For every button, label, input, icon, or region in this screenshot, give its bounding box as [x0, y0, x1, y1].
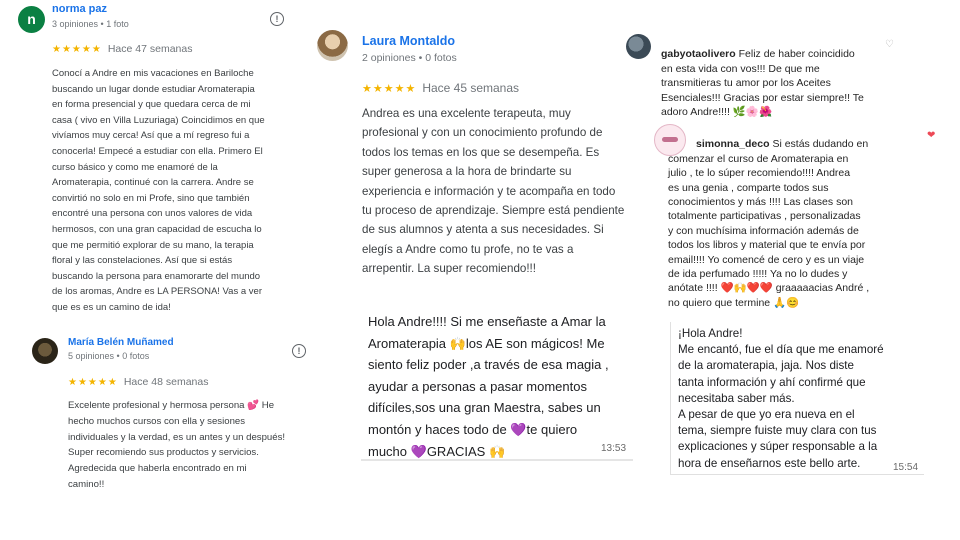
comment-username[interactable]: gabyotaolivero — [661, 48, 736, 60]
avatar[interactable]: n — [18, 6, 45, 33]
review-time: Hace 48 semanas — [123, 376, 209, 388]
flag-icon[interactable]: ! — [292, 344, 306, 358]
chat-text: Hola Andre!!!! Si me enseñaste a Amar la… — [368, 314, 609, 459]
star-rating: ★★★★★ — [52, 44, 102, 55]
comment-body: Si estás dudando en comenzar el curso de… — [668, 138, 870, 309]
avatar[interactable] — [32, 338, 58, 364]
star-rating: ★★★★★ — [68, 377, 118, 388]
reviewer-name[interactable]: norma paz — [52, 3, 107, 15]
review-time: Hace 47 semanas — [107, 43, 193, 55]
review-time: Hace 45 semanas — [422, 81, 520, 95]
review-text: Excelente profesional y hermosa persona … — [68, 400, 286, 490]
reviewer-name[interactable]: María Belén Muñamed — [68, 337, 174, 346]
avatar-initial: n — [27, 11, 36, 27]
rating-row: ★★★★★ Hace 45 semanas — [362, 81, 519, 95]
chat-message-2: ¡Hola Andre! Me encantó, fue el día que … — [670, 322, 924, 475]
comment-lines: simonna_deco Si estás dudando en comenza… — [668, 123, 943, 310]
reviewer-meta: 3 opiniones • 1 foto — [52, 19, 129, 29]
reviewer-meta: 2 opiniones • 0 fotos — [362, 52, 457, 64]
flag-icon[interactable]: ! — [270, 12, 284, 26]
reviewer-meta: 5 opiniones • 0 fotos — [68, 351, 150, 361]
instagram-comment-simonna: simonna_deco Si estás dudando en comenza… — [643, 118, 943, 309]
reviewer-name[interactable]: Laura Montaldo — [362, 34, 455, 48]
comment-username[interactable]: simonna_deco — [696, 138, 770, 150]
heart-icon[interactable]: ❤ — [927, 130, 935, 141]
review-text: Conocí a Andre en mis vacaciones en Bari… — [52, 68, 265, 313]
avatar[interactable] — [626, 34, 651, 59]
star-rating: ★★★★★ — [362, 83, 417, 95]
chat-text: ¡Hola Andre! Me encantó, fue el día que … — [678, 327, 884, 470]
review-text: Andrea es una excelente terapeuta, muy p… — [362, 107, 625, 276]
chat-timestamp: 15:54 — [893, 462, 919, 473]
comment-text: gabyotaolivero Feliz de haber coincidido… — [661, 33, 893, 119]
chat-message-1: Hola Andre!!!! Si me enseñaste a Amar la… — [361, 307, 633, 461]
rating-row: ★★★★★ Hace 47 semanas — [52, 43, 192, 55]
rating-row: ★★★★★ Hace 48 semanas — [68, 376, 208, 388]
chat-timestamp: 13:53 — [601, 443, 627, 454]
avatar[interactable] — [317, 30, 348, 61]
instagram-comment-gaby: gabyotaolivero Feliz de haber coincidido… — [617, 26, 907, 118]
heart-outline-icon[interactable]: ♡ — [885, 39, 894, 50]
